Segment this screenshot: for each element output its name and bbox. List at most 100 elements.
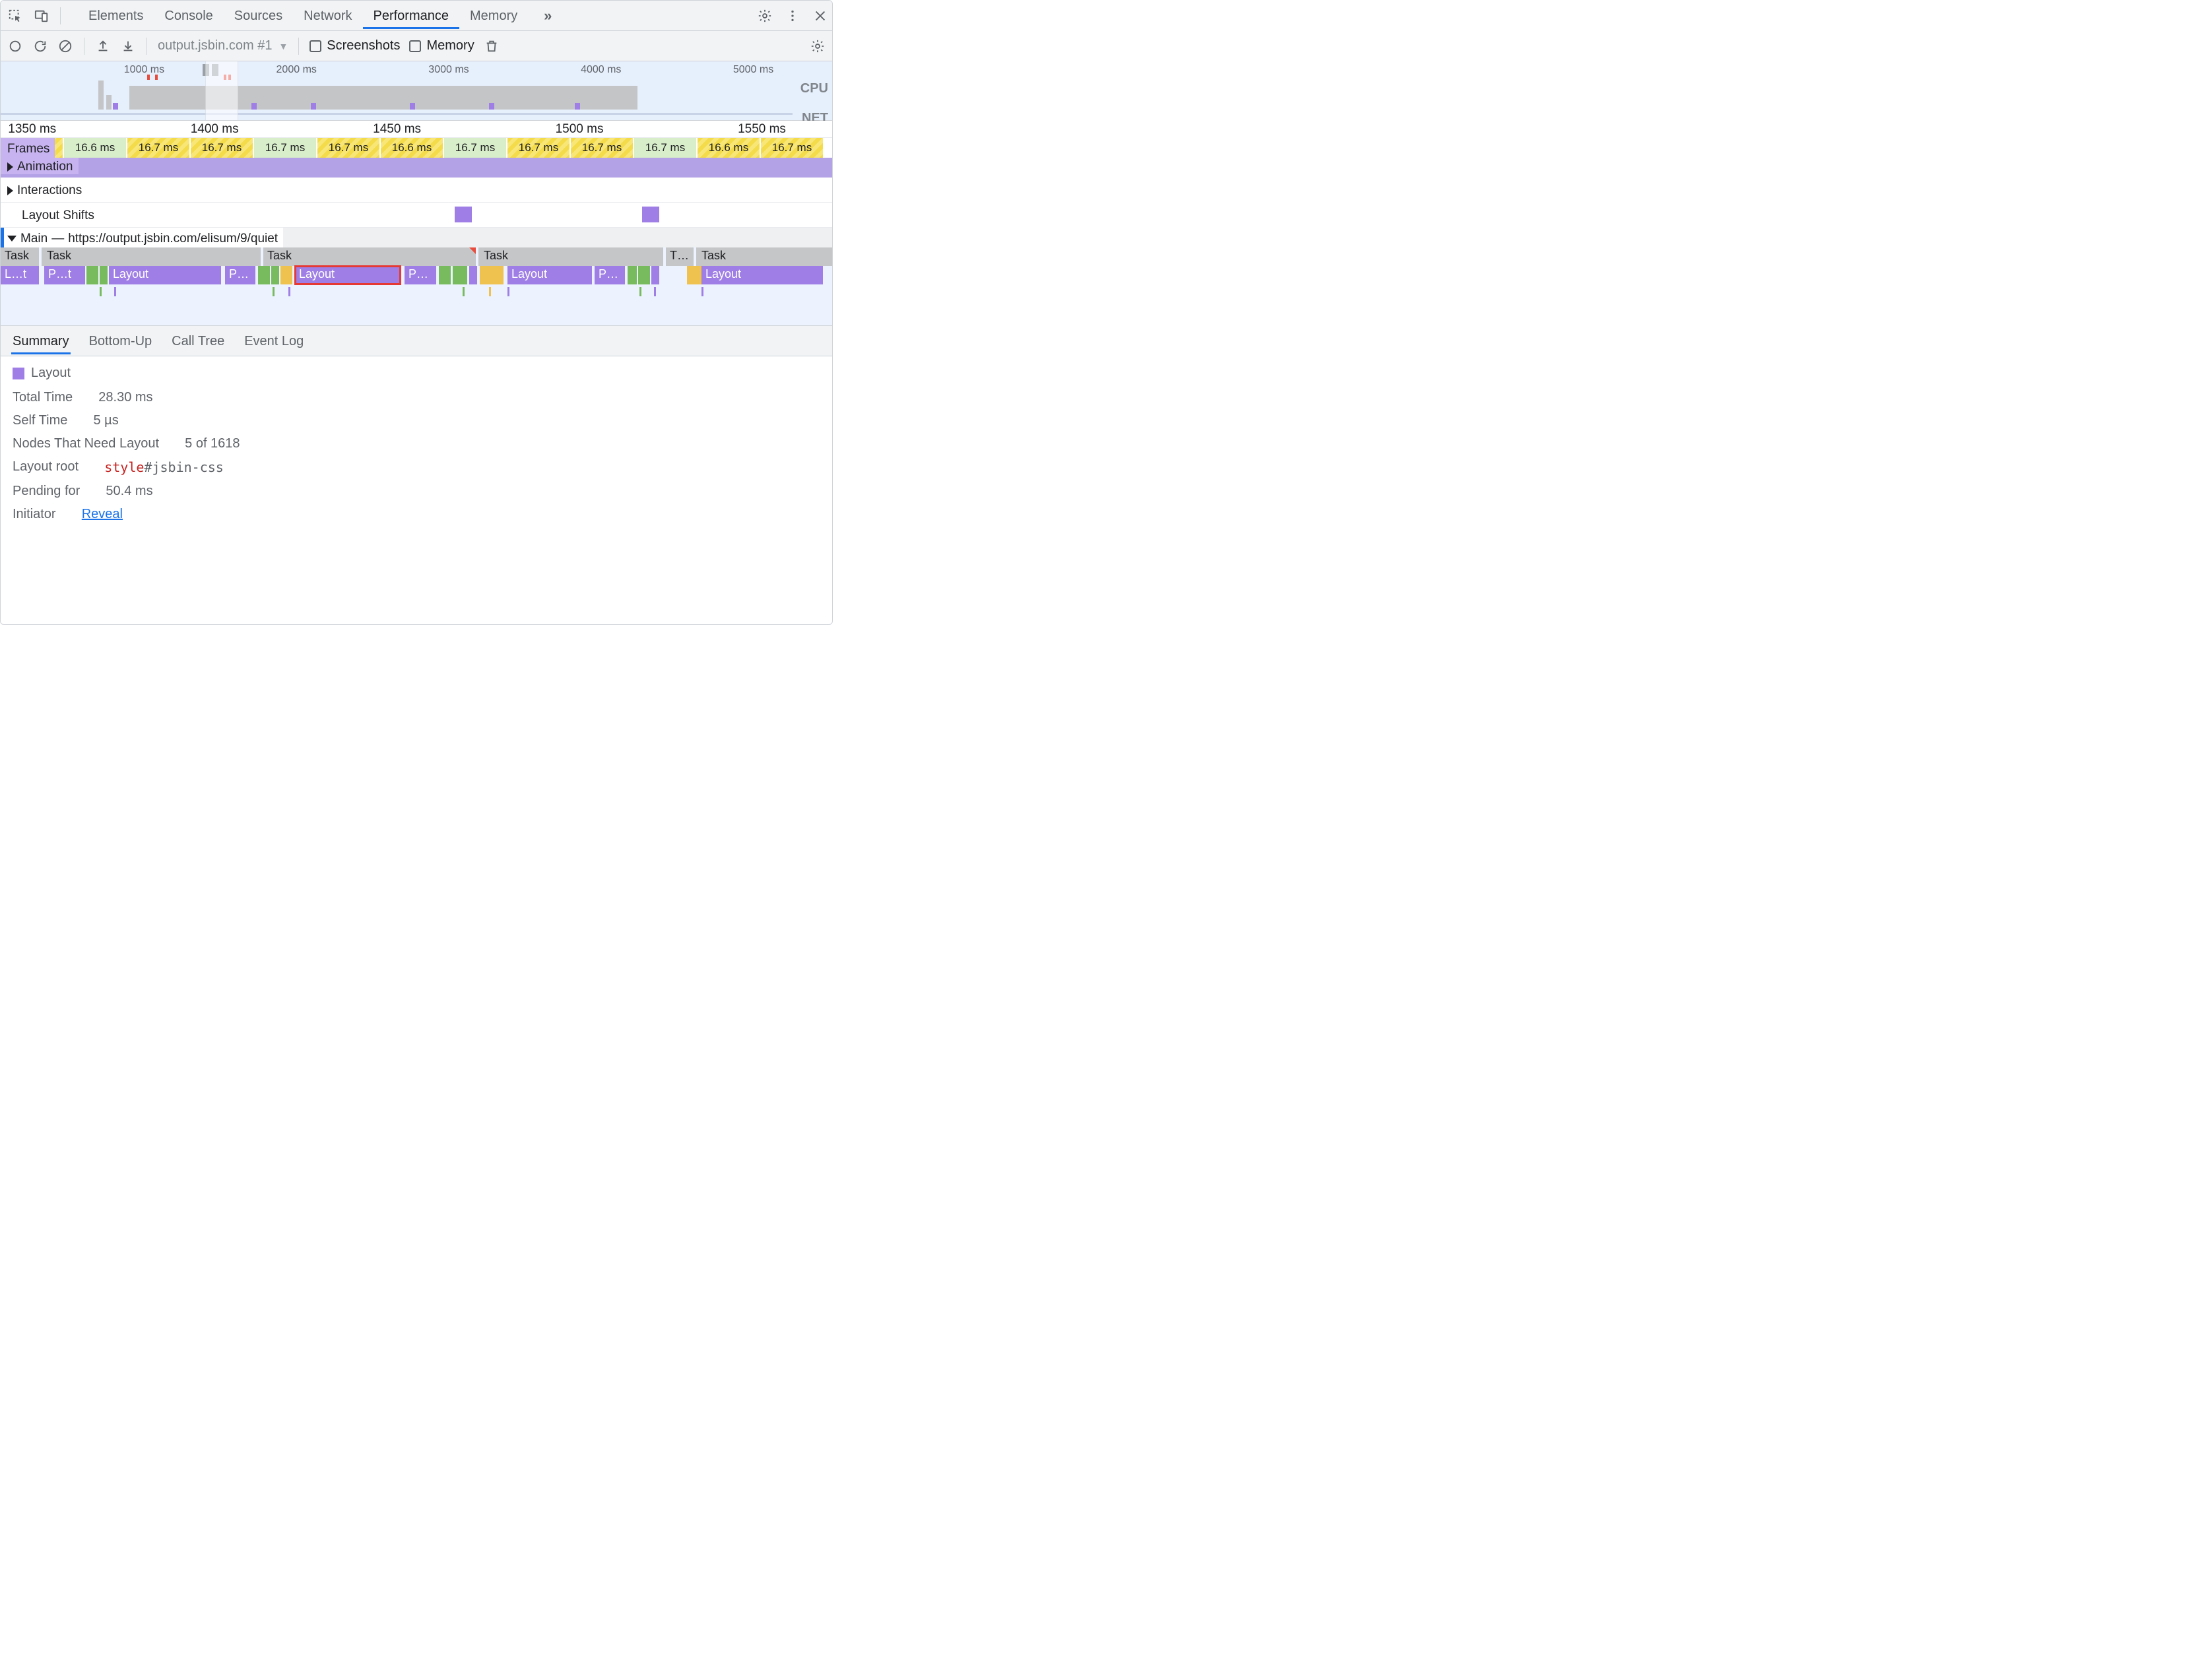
- task-event[interactable]: T…: [666, 247, 694, 266]
- layout-shift-event[interactable]: [642, 207, 659, 222]
- flame-event[interactable]: P…t: [44, 266, 85, 284]
- tab-memory[interactable]: Memory: [459, 2, 528, 29]
- flame-event[interactable]: [271, 266, 279, 284]
- reveal-link[interactable]: Reveal: [82, 507, 123, 522]
- frame-cell[interactable]: 16.6 ms: [64, 138, 126, 158]
- inspect-element-icon[interactable]: [7, 8, 23, 24]
- flame-event-selected[interactable]: Layout: [295, 266, 401, 284]
- settings-gear-icon[interactable]: [757, 8, 773, 24]
- interactions-label: Interactions: [1, 178, 87, 202]
- upload-profile-icon[interactable]: [95, 38, 111, 54]
- frame-cell[interactable]: 16.7 ms: [317, 138, 379, 158]
- flame-event[interactable]: [100, 266, 108, 284]
- summary-value: 5 µs: [93, 413, 118, 428]
- trash-icon[interactable]: [484, 38, 500, 54]
- task-event[interactable]: Task: [43, 247, 261, 266]
- task-event[interactable]: Task: [263, 247, 474, 266]
- main-url: https://output.jsbin.com/elisum/9/quiet: [68, 232, 278, 246]
- flame-event[interactable]: [453, 266, 467, 284]
- overview-labels: CPU NET: [800, 73, 828, 126]
- frame-cell[interactable]: 16.6 ms: [381, 138, 443, 158]
- flame-event[interactable]: Layout: [507, 266, 592, 284]
- frame-cell[interactable]: 16.7 ms: [571, 138, 633, 158]
- flame-micro-row: [1, 286, 832, 325]
- frames-cells: ms16.6 ms16.7 ms16.7 ms16.7 ms16.7 ms16.…: [1, 138, 823, 158]
- flame-event[interactable]: Layout: [701, 266, 823, 284]
- task-event[interactable]: Task: [698, 247, 823, 266]
- flame-event[interactable]: [86, 266, 98, 284]
- layout-shift-event[interactable]: [455, 207, 472, 222]
- collapse-icon[interactable]: [7, 236, 16, 242]
- flame-event[interactable]: [469, 266, 477, 284]
- overview-minimap[interactable]: 1000 ms2000 ms3000 ms4000 ms5000 ms CPU …: [1, 61, 832, 121]
- download-profile-icon[interactable]: [120, 38, 136, 54]
- overview-selection-window[interactable]: [205, 61, 238, 120]
- frame-cell[interactable]: 16.7 ms: [191, 138, 253, 158]
- tab-elements[interactable]: Elements: [78, 2, 154, 29]
- summary-panel: Layout Total Time 28.30 ms Self Time 5 µ…: [1, 356, 832, 537]
- detail-tick: 1400 ms: [191, 122, 239, 137]
- flame-event[interactable]: [638, 266, 650, 284]
- summary-value: 50.4 ms: [106, 484, 152, 499]
- summary-key: Nodes That Need Layout: [13, 436, 159, 451]
- device-toggle-icon[interactable]: [34, 8, 49, 24]
- frame-cell[interactable]: 16.7 ms: [761, 138, 823, 158]
- main-track-header[interactable]: Main — https://output.jsbin.com/elisum/9…: [1, 228, 832, 247]
- tab-performance[interactable]: Performance: [363, 2, 460, 29]
- flame-event[interactable]: [687, 266, 695, 284]
- kebab-menu-icon[interactable]: [785, 8, 800, 24]
- detail-tick: 1500 ms: [556, 122, 604, 137]
- frame-cell[interactable]: 16.7 ms: [127, 138, 189, 158]
- overview-cpu-label: CPU: [800, 81, 828, 96]
- frames-track[interactable]: Frames ms16.6 ms16.7 ms16.7 ms16.7 ms16.…: [1, 138, 832, 158]
- details-tab-summary[interactable]: Summary: [11, 327, 71, 354]
- expand-icon[interactable]: [7, 186, 13, 195]
- capture-settings-gear-icon[interactable]: [810, 38, 826, 54]
- frame-cell[interactable]: 16.7 ms: [254, 138, 316, 158]
- devtools-window: ElementsConsoleSourcesNetworkPerformance…: [0, 0, 833, 625]
- close-devtools-icon[interactable]: [812, 8, 828, 24]
- flame-event[interactable]: Layout: [109, 266, 221, 284]
- tab-network[interactable]: Network: [293, 2, 362, 29]
- details-tab-call-tree[interactable]: Call Tree: [170, 327, 226, 354]
- flame-event[interactable]: L…t: [1, 266, 39, 284]
- frame-cell[interactable]: 16.7 ms: [444, 138, 506, 158]
- layout-shifts-track[interactable]: Layout Shifts: [1, 203, 832, 228]
- task-event[interactable]: Task: [480, 247, 663, 266]
- tab-console[interactable]: Console: [154, 2, 223, 29]
- interactions-track[interactable]: Interactions: [1, 178, 832, 203]
- record-icon[interactable]: [7, 38, 23, 54]
- checkbox-box-icon: [409, 40, 421, 52]
- detail-time-ruler[interactable]: 1350 ms1400 ms1450 ms1500 ms1550 ms: [1, 121, 832, 138]
- details-tab-event-log[interactable]: Event Log: [243, 327, 305, 354]
- task-event[interactable]: Task: [1, 247, 39, 266]
- task-row[interactable]: Task Task Task Task T… Task: [1, 247, 832, 266]
- tab-sources[interactable]: Sources: [224, 2, 293, 29]
- expand-icon[interactable]: [7, 162, 13, 172]
- flame-event[interactable]: [439, 266, 451, 284]
- screenshots-checkbox[interactable]: Screenshots: [309, 38, 400, 53]
- event-color-swatch: [13, 368, 24, 379]
- tabs-overflow-icon[interactable]: »: [540, 8, 556, 24]
- flame-event[interactable]: P…: [595, 266, 625, 284]
- flame-event[interactable]: [280, 266, 292, 284]
- frame-cell[interactable]: 16.6 ms: [698, 138, 760, 158]
- details-tabs: Summary Bottom-Up Call Tree Event Log: [1, 326, 832, 356]
- recording-select[interactable]: output.jsbin.com #1 ▼: [158, 38, 288, 53]
- flame-event[interactable]: [628, 266, 637, 284]
- reload-record-icon[interactable]: [32, 38, 48, 54]
- flame-event[interactable]: [480, 266, 504, 284]
- flame-event[interactable]: [258, 266, 270, 284]
- frame-cell[interactable]: 16.7 ms: [634, 138, 696, 158]
- flame-event[interactable]: [651, 266, 659, 284]
- memory-checkbox[interactable]: Memory: [409, 38, 474, 53]
- flame-event[interactable]: P…: [225, 266, 255, 284]
- flame-sub-row[interactable]: L…t P…t Layout P… Layout P… Layout P…: [1, 266, 832, 286]
- clear-icon[interactable]: [57, 38, 73, 54]
- chevron-down-icon: ▼: [278, 41, 288, 51]
- flame-event[interactable]: P…: [405, 266, 436, 284]
- summary-key: Pending for: [13, 484, 80, 499]
- animation-track[interactable]: Animation: [1, 158, 832, 178]
- details-tab-bottom-up[interactable]: Bottom-Up: [88, 327, 154, 354]
- frame-cell[interactable]: 16.7 ms: [507, 138, 569, 158]
